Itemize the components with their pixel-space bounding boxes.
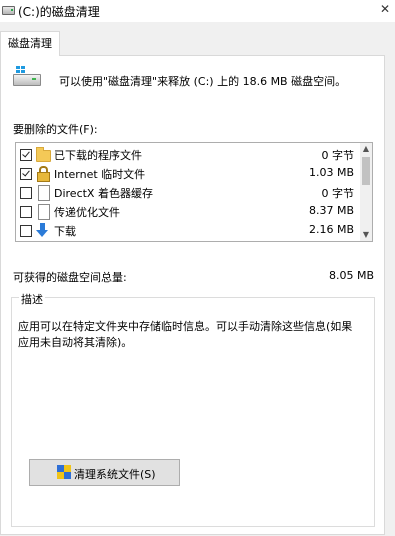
- total-space-label: 可获得的磁盘空间总量:: [13, 271, 127, 284]
- file-size: 0 字节: [321, 149, 355, 162]
- list-item[interactable]: 传递优化文件 8.37 MB: [16, 201, 360, 221]
- file-name: Internet 临时文件: [54, 168, 146, 181]
- checkbox[interactable]: [20, 206, 32, 218]
- file-size: 8.37 MB: [308, 204, 354, 217]
- list-item[interactable]: Internet 临时文件 1.03 MB: [16, 163, 360, 183]
- checkbox[interactable]: [20, 168, 32, 180]
- description-title: 描述: [19, 291, 45, 307]
- vertical-scrollbar[interactable]: ▲ ▼: [360, 143, 372, 241]
- scroll-down-arrow-icon[interactable]: ▼: [360, 229, 372, 241]
- checkbox[interactable]: [20, 187, 32, 199]
- close-button[interactable]: ✕: [378, 0, 392, 18]
- file-size: 1.03 MB: [308, 166, 354, 179]
- description-group: 描述 应用可以在特定文件夹中存储临时信息。可以手动清除这些信息(如果应用未自动将…: [11, 291, 375, 527]
- file-size: 0 字节: [321, 187, 355, 200]
- list-item[interactable]: DirectX 着色器缓存 0 字节: [16, 182, 360, 202]
- free-space-summary: 可以使用"磁盘清理"来释放 (C:) 上的 18.6 MB 磁盘空间。: [59, 75, 347, 88]
- disk-cleanup-app-icon: [2, 6, 15, 15]
- download-arrow-icon: [36, 223, 49, 237]
- document-icon: [38, 204, 50, 220]
- checkbox[interactable]: [20, 225, 32, 237]
- files-to-delete-label: 要删除的文件(F):: [13, 123, 98, 136]
- list-item[interactable]: 已下载的程序文件 0 字节: [16, 144, 360, 164]
- tab-panel: 可以使用"磁盘清理"来释放 (C:) 上的 18.6 MB 磁盘空间。 要删除的…: [0, 55, 385, 535]
- window-client-area: 磁盘清理 可以使用"磁盘清理"来释放 (C:) 上的 18.6 MB 磁盘空间。…: [0, 22, 395, 536]
- tab-disk-cleanup[interactable]: 磁盘清理: [0, 31, 60, 56]
- lock-icon: [36, 166, 50, 182]
- checkbox[interactable]: [20, 149, 32, 161]
- scroll-up-arrow-icon[interactable]: ▲: [360, 143, 372, 155]
- list-item[interactable]: 下载 2.16 MB: [16, 220, 360, 240]
- clean-up-system-files-label: 清理系统文件(S): [74, 468, 156, 481]
- file-size: 2.16 MB: [308, 223, 354, 236]
- document-icon: [38, 185, 50, 201]
- description-text: 应用可以在特定文件夹中存储临时信息。可以手动清除这些信息(如果应用未自动将其清除…: [18, 320, 353, 349]
- uac-shield-icon: [57, 465, 71, 480]
- drive-icon: [13, 66, 41, 86]
- files-to-delete-list[interactable]: 已下载的程序文件 0 字节 Internet 临时文件 1.03 MB Dire…: [15, 142, 373, 242]
- file-name: 已下载的程序文件: [54, 149, 142, 162]
- window-title: (C:)的磁盘清理: [18, 5, 100, 19]
- file-name: DirectX 着色器缓存: [54, 187, 153, 200]
- clean-up-system-files-button[interactable]: 清理系统文件(S): [29, 459, 180, 486]
- total-space-value: 8.05 MB: [328, 269, 374, 282]
- file-name: 下载: [54, 225, 76, 238]
- folder-icon: [36, 147, 51, 162]
- scroll-thumb[interactable]: [362, 157, 370, 185]
- file-name: 传递优化文件: [54, 206, 120, 219]
- title-bar: (C:)的磁盘清理 ✕: [0, 0, 395, 22]
